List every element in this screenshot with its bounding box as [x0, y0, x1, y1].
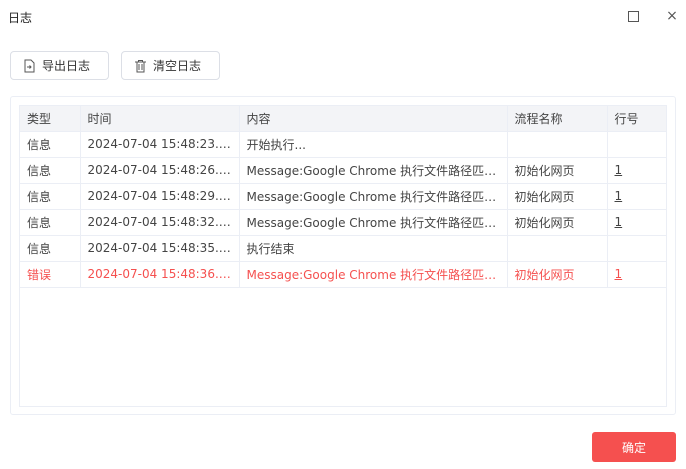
cell-flow	[507, 235, 608, 262]
table-row[interactable]: 信息 2024-07-04 15:48:29.853 Message:Google …	[20, 183, 666, 210]
close-icon: ×	[666, 8, 678, 24]
table-row[interactable]: 信息 2024-07-04 15:48:35.902 执行结束	[20, 235, 666, 262]
maximize-button[interactable]	[625, 8, 641, 24]
cell-line	[607, 235, 666, 262]
cell-content: Message:Google Chrome 执行文件路径匹配失败	[239, 157, 508, 184]
cell-type: 信息	[20, 209, 81, 236]
cell-type: 错误	[20, 261, 81, 288]
cell-type: 信息	[20, 235, 81, 262]
header-line[interactable]: 行号	[607, 106, 666, 132]
cell-time: 2024-07-04 15:48:23.429	[80, 131, 240, 158]
close-button[interactable]: ×	[664, 8, 680, 24]
cell-flow: 初始化网页	[507, 157, 608, 184]
clear-log-button[interactable]: 清空日志	[121, 51, 220, 80]
header-content[interactable]: 内容	[239, 106, 508, 132]
cell-content: 执行结束	[239, 235, 508, 262]
cell-time: 2024-07-04 15:48:36.041	[80, 261, 240, 288]
cell-line[interactable]: 1	[607, 261, 666, 288]
table-row[interactable]: 信息 2024-07-04 15:48:32.879 Message:Google …	[20, 209, 666, 236]
table-row[interactable]: 错误 2024-07-04 15:48:36.041 Message:Google …	[20, 261, 666, 288]
ok-button[interactable]: 确定	[592, 432, 676, 462]
cell-flow	[507, 131, 608, 158]
cell-type: 信息	[20, 131, 81, 158]
cell-line[interactable]: 1	[607, 183, 666, 210]
cell-content: Message:Google Chrome 执行文件路径匹配失败	[239, 261, 508, 288]
cell-time: 2024-07-04 15:48:32.879	[80, 209, 240, 236]
export-log-label: 导出日志	[42, 59, 91, 73]
cell-flow: 初始化网页	[507, 183, 608, 210]
clear-log-label: 清空日志	[153, 59, 202, 73]
cell-flow: 初始化网页	[507, 261, 608, 288]
table-header: 类型 时间 内容 流程名称 行号	[20, 106, 666, 132]
cell-time: 2024-07-04 15:48:29.853	[80, 183, 240, 210]
cell-content: 开始执行...	[239, 131, 508, 158]
cell-type: 信息	[20, 157, 81, 184]
cell-content: Message:Google Chrome 执行文件路径匹配失败	[239, 209, 508, 236]
cell-type: 信息	[20, 183, 81, 210]
table-row[interactable]: 信息 2024-07-04 15:48:26.823 Message:Google …	[20, 157, 666, 184]
window-title: 日志	[8, 11, 33, 25]
cell-time: 2024-07-04 15:48:35.902	[80, 235, 240, 262]
export-file-icon	[24, 59, 35, 72]
maximize-icon	[627, 11, 639, 22]
table-row[interactable]: 信息 2024-07-04 15:48:23.429 开始执行...	[20, 131, 666, 158]
cell-flow: 初始化网页	[507, 209, 608, 236]
cell-line[interactable]: 1	[607, 209, 666, 236]
log-table: 类型 时间 内容 流程名称 行号 信息 2024-07-04 15:48:23.4…	[19, 105, 667, 407]
trash-icon	[135, 59, 146, 72]
header-time[interactable]: 时间	[80, 106, 240, 132]
cell-time: 2024-07-04 15:48:26.823	[80, 157, 240, 184]
cell-line[interactable]: 1	[607, 157, 666, 184]
cell-line	[607, 131, 666, 158]
export-log-button[interactable]: 导出日志	[10, 51, 109, 80]
cell-content: Message:Google Chrome 执行文件路径匹配失败	[239, 183, 508, 210]
header-flow[interactable]: 流程名称	[507, 106, 608, 132]
header-type[interactable]: 类型	[20, 106, 81, 132]
